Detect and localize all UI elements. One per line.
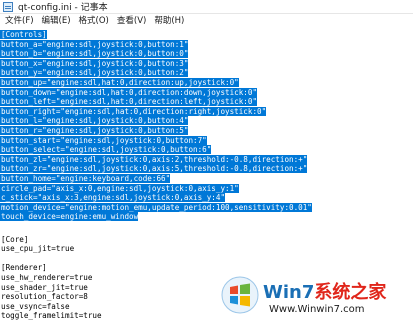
editor-line[interactable]: use_cpu_jit=true xyxy=(0,244,74,253)
menu-help[interactable]: 帮助(H) xyxy=(150,14,188,28)
editor-line-selected[interactable]: button_select="engine:sdl,joystick:0,but… xyxy=(0,145,212,155)
editor-line-selected[interactable]: button_zr="engine:sdl,joystick:0,axis:5,… xyxy=(0,164,308,174)
editor-line-selected[interactable]: button_y="engine:sdl,joystick:0,button:2… xyxy=(0,68,189,78)
window-title: qt-config.ini - 记事本 xyxy=(18,3,108,13)
notepad-icon xyxy=(3,1,13,12)
editor-line-selected[interactable]: button_r="engine:sdl,joystick:0,button:5… xyxy=(0,126,189,135)
editor-line-selected[interactable]: button_x="engine:sdl,joystick:0,button:3… xyxy=(0,58,189,68)
editor-line[interactable]: use_vsync=false xyxy=(0,302,70,311)
menu-edit[interactable]: 编辑(E) xyxy=(38,14,75,28)
editor-line-selected[interactable]: circle_pad="axis_x:0,engine:sdl,joystick… xyxy=(0,183,239,193)
editor-line-selected[interactable]: [Controls] xyxy=(0,30,47,39)
editor-line[interactable]: use_shader_jit=true xyxy=(0,283,88,292)
menu-file[interactable]: 文件(F) xyxy=(1,14,38,28)
editor-line[interactable]: toggle_framelimit=true xyxy=(0,311,102,320)
editor-line[interactable]: [Core] xyxy=(0,235,28,244)
editor-line[interactable]: use_hw_renderer=true xyxy=(0,273,92,282)
editor-line[interactable]: resolution_factor=8 xyxy=(0,292,88,301)
watermark-brand-suffix: 系统之家 xyxy=(314,282,387,303)
editor-line[interactable] xyxy=(0,254,1,263)
menu-bar: 文件(F) 编辑(E) 格式(O) 查看(V) 帮助(H) xyxy=(0,14,413,28)
menu-format[interactable]: 格式(O) xyxy=(75,14,113,28)
menu-view[interactable]: 查看(V) xyxy=(113,14,150,28)
editor-line-selected[interactable]: button_zl="engine:sdl,joystick:0,axis:2,… xyxy=(0,154,308,164)
editor-line-selected[interactable]: touch_device=engine:emu_window xyxy=(0,212,139,222)
editor-line-selected[interactable]: motion_device="engine:motion_emu,update_… xyxy=(0,202,312,212)
editor-line-selected[interactable]: button_up="engine:sdl,hat:0,direction:up… xyxy=(0,78,239,87)
editor-line-selected[interactable]: button_start="engine:sdl,joystick:0,butt… xyxy=(0,135,207,145)
editor-line-selected[interactable]: button_a="engine:sdl,joystick:0,button:1… xyxy=(0,39,189,49)
editor-line-selected[interactable]: button_down="engine:sdl,hat:0,direction:… xyxy=(0,87,258,97)
title-bar: qt-config.ini - 记事本 xyxy=(0,0,413,14)
watermark-url: Www.Winwin7.com xyxy=(269,304,365,315)
windows-logo-icon xyxy=(221,276,259,314)
watermark-brand: Win7系统之家 xyxy=(263,278,386,304)
editor-line-selected[interactable]: c_stick="axis_x:3,engine:sdl,joystick:0,… xyxy=(0,193,226,203)
editor-line-selected[interactable]: button_b="engine:sdl,joystick:0,button:0… xyxy=(0,49,189,59)
editor-line[interactable]: [Renderer] xyxy=(0,263,47,272)
site-watermark: Win7系统之家 Www.Winwin7.com xyxy=(213,270,413,322)
watermark-brand-prefix: Win7 xyxy=(263,282,315,303)
editor-line-selected[interactable]: button_left="engine:sdl,hat:0,direction:… xyxy=(0,97,258,107)
editor-line-selected[interactable]: button_home="engine:keyboard,code:66" xyxy=(0,174,171,183)
editor-line-selected[interactable]: button_l="engine:sdl,joystick:0,button:4… xyxy=(0,116,189,126)
editor-line[interactable] xyxy=(0,225,1,234)
editor-line-selected[interactable]: button_right="engine:sdl,hat:0,direction… xyxy=(0,106,267,116)
